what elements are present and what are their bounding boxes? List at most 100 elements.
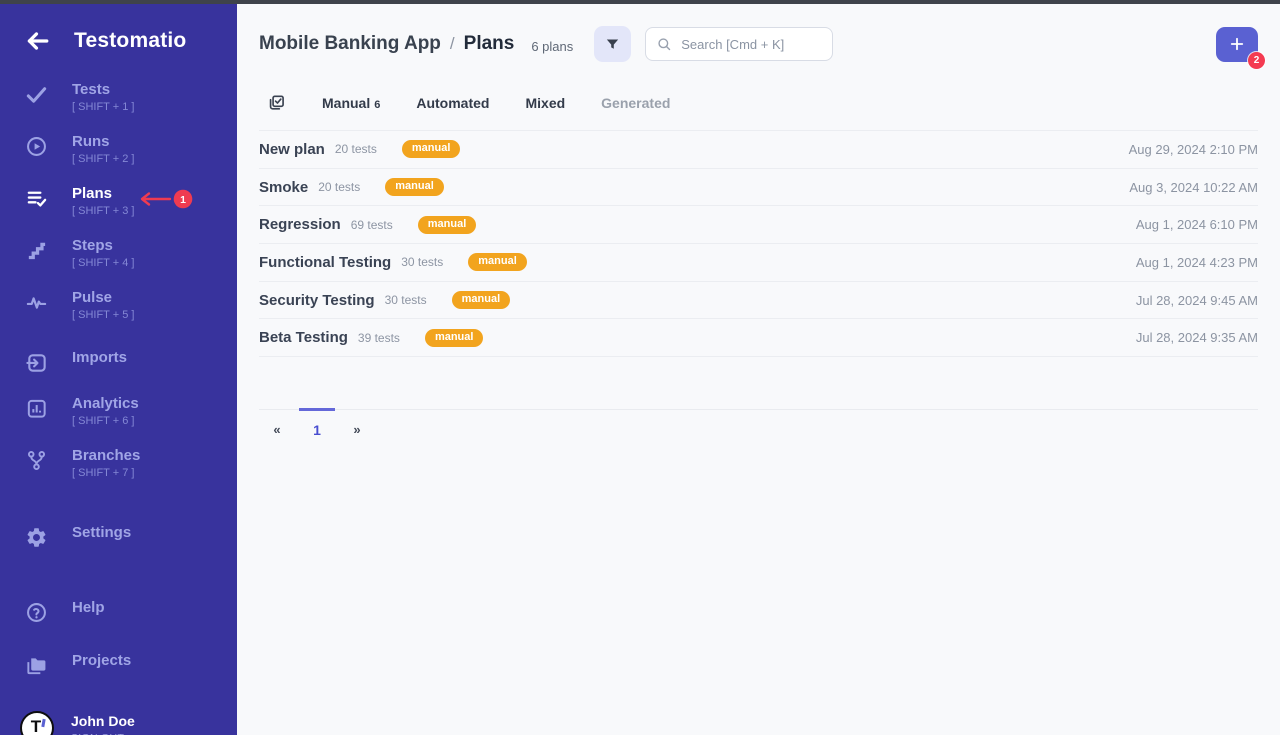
plan-tests-count: 69 tests: [351, 218, 393, 232]
plans-table: New plan 20 tests manual Aug 29, 2024 2:10 …: [259, 130, 1258, 357]
plan-row[interactable]: Regression69 testsmanualAug 1, 2024 6:10…: [259, 206, 1258, 244]
plan-date: Aug 3, 2024 10:22 AM: [1129, 180, 1258, 195]
tab-manual[interactable]: Manual 6: [322, 95, 380, 111]
tab-label: Mixed: [525, 95, 565, 111]
check-icon: [24, 82, 49, 107]
sidebar-item-pulse[interactable]: Pulse [ SHIFT + 5 ]: [0, 289, 237, 324]
sidebar-item-shortcut: [ SHIFT + 1 ]: [72, 101, 134, 113]
page-title: Plans: [464, 33, 515, 55]
plan-name-link[interactable]: Functional Testing: [259, 254, 391, 271]
tab-label: Manual: [322, 95, 370, 111]
sidebar-nav: Tests[ SHIFT + 1 ] Runs [ SHIFT + 2 ] Plans…: [0, 81, 237, 499]
breadcrumb-separator: /: [450, 34, 455, 54]
list-check-icon: [24, 186, 49, 211]
sidebar-item-tests[interactable]: Tests[ SHIFT + 1 ]: [0, 81, 237, 116]
user-text: John Doe SIGN OUT: [71, 713, 135, 735]
plan-name-link[interactable]: Smoke: [259, 179, 308, 196]
pagination-prev-button[interactable]: «: [259, 408, 295, 438]
sidebar-item-label: Imports: [72, 349, 127, 366]
filter-button[interactable]: [594, 26, 631, 62]
sidebar-item-label: Runs: [72, 133, 134, 150]
plan-row[interactable]: Functional Testing30 testsmanualAug 1, 2…: [259, 244, 1258, 282]
sidebar-item-shortcut: [ SHIFT + 7 ]: [72, 467, 140, 479]
pagination-page-1[interactable]: 1: [299, 408, 335, 438]
plan-type-badge: manual: [452, 291, 511, 309]
user-menu[interactable]: T John Doe SIGN OUT: [0, 711, 237, 735]
gear-icon: [24, 525, 49, 550]
tab-label: Automated: [416, 95, 489, 111]
funnel-icon: [604, 36, 621, 53]
tab-mixed[interactable]: Mixed: [525, 95, 565, 111]
sidebar-item-label: Help: [72, 599, 105, 616]
sidebar-item-shortcut: [ SHIFT + 5 ]: [72, 309, 134, 321]
sidebar-item-steps[interactable]: Steps [ SHIFT + 4 ]: [0, 237, 237, 272]
sidebar-item-imports[interactable]: Imports: [0, 349, 237, 375]
main-content: Mobile Banking App / Plans 6 plans 2: [237, 4, 1280, 735]
tab-automated[interactable]: Automated: [416, 95, 489, 111]
sidebar-item-branches[interactable]: Branches [ SHIFT + 7 ]: [0, 447, 237, 482]
play-circle-icon: [24, 134, 49, 159]
sidebar-item-shortcut: [ SHIFT + 3 ]: [72, 205, 134, 217]
plans-count: 6 plans: [531, 39, 573, 54]
plan-name-link[interactable]: Regression: [259, 216, 341, 233]
plan-tests-count: 20 tests: [335, 142, 377, 156]
plan-type-badge: manual: [385, 178, 444, 196]
sidebar-item-projects[interactable]: Projects: [0, 652, 237, 678]
plan-tests-count: 30 tests: [385, 293, 427, 307]
plan-row[interactable]: Smoke20 testsmanualAug 3, 2024 10:22 AM: [259, 169, 1258, 207]
add-plan-button[interactable]: 2: [1216, 27, 1258, 62]
pulse-icon: [24, 290, 49, 315]
folder-icon: [24, 653, 49, 678]
sidebar-item-label: Plans: [72, 185, 134, 202]
sidebar-item-shortcut: [ SHIFT + 2 ]: [72, 153, 134, 165]
plan-type-badge: manual: [402, 140, 461, 158]
user-name: John Doe: [71, 713, 135, 729]
avatar-tick: [41, 719, 45, 727]
breadcrumb-project[interactable]: Mobile Banking App: [259, 33, 441, 55]
brand-logo-text[interactable]: Testomatio: [74, 29, 186, 53]
sidebar-item-shortcut: [ SHIFT + 4 ]: [72, 257, 134, 269]
page-header: Mobile Banking App / Plans 6 plans 2: [259, 4, 1258, 62]
sidebar-item-analytics[interactable]: Analytics[ SHIFT + 6 ]: [0, 395, 237, 430]
search-input[interactable]: [679, 36, 822, 53]
pagination-next-button[interactable]: »: [339, 408, 375, 438]
sidebar-item-label: Branches: [72, 447, 140, 464]
steps-icon: [24, 238, 49, 263]
plan-row[interactable]: New plan 20 tests manual Aug 29, 2024 2:10 …: [259, 131, 1258, 169]
sidebar-item-help[interactable]: Help: [0, 599, 237, 625]
arrow-left-icon: [24, 28, 50, 54]
sidebar-header: Testomatio: [0, 4, 237, 54]
sidebar-item-plans[interactable]: Plans [ SHIFT + 3 ] 1: [0, 185, 237, 220]
plan-row[interactable]: Beta Testing39 testsmanualJul 28, 2024 9…: [259, 319, 1258, 357]
sidebar-item-label: Analytics: [72, 395, 139, 412]
sidebar-item-settings[interactable]: Settings: [0, 524, 237, 550]
tab-generated[interactable]: Generated: [601, 95, 670, 111]
plan-row[interactable]: Security Testing30 testsmanualJul 28, 20…: [259, 282, 1258, 320]
collapse-sidebar-button[interactable]: [24, 28, 50, 54]
import-icon: [24, 350, 49, 375]
svg-text:1: 1: [180, 194, 186, 206]
plan-date: Aug 29, 2024 2:10 PM: [1129, 142, 1258, 157]
sidebar-secondary-nav: Settings Help Projects: [0, 524, 237, 695]
tab-label: Generated: [601, 95, 670, 111]
plan-type-badge: manual: [468, 253, 527, 271]
help-circle-icon: [24, 600, 49, 625]
sidebar-item-label: Projects: [72, 652, 131, 669]
add-button-badge: 2: [1248, 52, 1265, 69]
plan-date: Aug 1, 2024 4:23 PM: [1136, 255, 1258, 270]
sidebar-item-label: Steps: [72, 237, 134, 254]
branch-icon: [24, 448, 49, 473]
select-all-icon[interactable]: [266, 93, 286, 113]
sidebar-item-label: Settings: [72, 524, 131, 541]
tab-count: 6: [374, 99, 380, 111]
app-root: Testomatio Tests[ SHIFT + 1 ] Runs [ SHIFT…: [0, 4, 1280, 735]
sign-out-link[interactable]: SIGN OUT: [71, 732, 135, 735]
plan-name-link[interactable]: Security Testing: [259, 292, 375, 309]
step-annotation-marker: 1: [132, 188, 194, 210]
plan-name-link[interactable]: New plan: [259, 141, 325, 158]
plan-name-link[interactable]: Beta Testing: [259, 329, 348, 346]
search-icon: [656, 36, 672, 52]
sidebar-item-runs[interactable]: Runs [ SHIFT + 2 ]: [0, 133, 237, 168]
pagination: «1»: [259, 409, 1258, 438]
sidebar-item-label: Pulse: [72, 289, 134, 306]
